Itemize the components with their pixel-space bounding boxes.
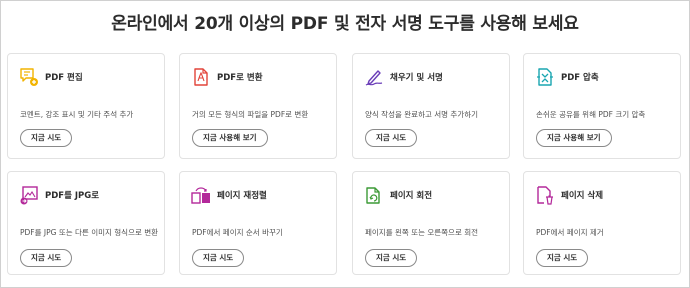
card-title: PDF 압축	[561, 73, 599, 83]
card-description: 페이지를 왼쪽 또는 오른쪽으로 회전	[365, 228, 479, 237]
reorder-pages-icon	[191, 185, 211, 205]
card-description: PDF에서 페이지 제거	[536, 228, 604, 237]
card-title: PDF를 JPG로	[45, 191, 100, 201]
card-title: 채우기 및 서명	[390, 73, 443, 83]
compress-pdf-icon	[535, 67, 555, 87]
card-title: 페이지 재정렬	[217, 191, 267, 201]
card-title: PDF 편집	[45, 73, 83, 83]
card-description: 거의 모든 형식의 파일을 PDF로 변환	[192, 110, 309, 119]
try-now-button[interactable]: 지금 시도	[365, 129, 418, 147]
try-now-button[interactable]: 지금 시도	[536, 249, 589, 267]
card-description: PDF를 JPG 또는 다른 이미지 형식으로 변환	[20, 228, 159, 237]
card-title: 페이지 삭제	[561, 191, 604, 201]
card-description: 손쉬운 공유를 위해 PDF 크기 압축	[536, 110, 646, 119]
fill-sign-icon	[364, 67, 384, 87]
try-now-button[interactable]: 지금 시도	[192, 249, 245, 267]
try-now-button[interactable]: 지금 시도	[20, 249, 73, 267]
tool-card-reorder-pages[interactable]: 페이지 재정렬 PDF에서 페이지 순서 바꾸기 지금 시도	[179, 171, 337, 275]
edit-pdf-icon	[19, 67, 39, 87]
convert-to-pdf-icon	[191, 67, 211, 87]
tool-card-convert-to-pdf[interactable]: PDF로 변환 거의 모든 형식의 파일을 PDF로 변환 지금 사용해 보기	[179, 53, 337, 159]
card-description: PDF에서 페이지 순서 바꾸기	[192, 228, 283, 237]
tool-card-rotate-pages[interactable]: 페이지 회전 페이지를 왼쪽 또는 오른쪽으로 회전 지금 시도	[352, 171, 510, 275]
card-description: 양식 작성을 완료하고 서명 추가하기	[365, 110, 479, 119]
tool-card-edit-pdf[interactable]: PDF 편집 코멘트, 강조 표시 및 기타 주석 추가 지금 시도	[7, 53, 165, 159]
try-it-now-button[interactable]: 지금 사용해 보기	[536, 129, 612, 147]
tool-card-pdf-to-jpg[interactable]: PDF를 JPG로 PDF를 JPG 또는 다른 이미지 형식으로 변환 지금 …	[7, 171, 165, 275]
pdf-to-jpg-icon	[19, 185, 39, 205]
card-description: 코멘트, 강조 표시 및 기타 주석 추가	[20, 110, 134, 119]
rotate-pages-icon	[364, 185, 384, 205]
tool-card-fill-sign[interactable]: 채우기 및 서명 양식 작성을 완료하고 서명 추가하기 지금 시도	[352, 53, 510, 159]
card-title: PDF로 변환	[217, 73, 263, 83]
tool-card-delete-pages[interactable]: 페이지 삭제 PDF에서 페이지 제거 지금 시도	[523, 171, 681, 275]
try-now-button[interactable]: 지금 시도	[365, 249, 418, 267]
try-now-button[interactable]: 지금 시도	[20, 129, 73, 147]
delete-pages-icon	[535, 185, 555, 205]
card-title: 페이지 회전	[390, 191, 433, 201]
try-it-now-button[interactable]: 지금 사용해 보기	[192, 129, 268, 147]
page-title: 온라인에서 20개 이상의 PDF 및 전자 서명 도구를 사용해 보세요	[111, 14, 579, 34]
tool-card-compress-pdf[interactable]: PDF 압축 손쉬운 공유를 위해 PDF 크기 압축 지금 사용해 보기	[523, 53, 681, 159]
